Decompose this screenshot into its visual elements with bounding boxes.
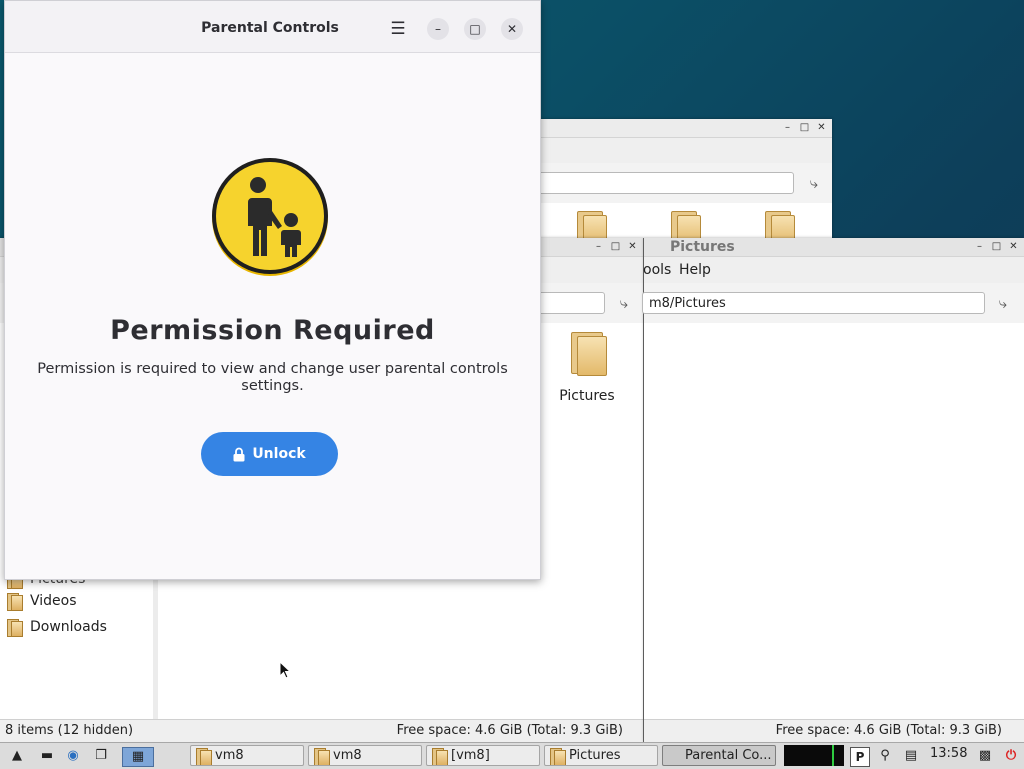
- go-icon[interactable]: ⤷: [802, 171, 826, 195]
- folder-label: Pictures: [559, 388, 615, 404]
- menu-icon[interactable]: ☰: [387, 18, 409, 40]
- status-item-count: 8 items (12 hidden): [5, 723, 134, 738]
- show-desktop-icon[interactable]: ▬: [38, 747, 56, 765]
- task-label: vm8: [333, 748, 362, 763]
- power-icon[interactable]: ⏻: [1002, 747, 1020, 765]
- network-icon[interactable]: ▤: [902, 747, 920, 765]
- folder-icon: [567, 330, 607, 378]
- status-bar: 8 items (12 hidden) Free space: 4.6 GiB …: [0, 719, 643, 742]
- parent-child-icon: [212, 158, 328, 276]
- headerbar[interactable]: Parental Controls ☰ – □ ✕: [5, 1, 540, 53]
- task-label: Pictures: [569, 748, 621, 763]
- task-label: Parental Co...: [685, 748, 772, 763]
- maximize-button[interactable]: □: [464, 18, 486, 40]
- close-icon[interactable]: ✕: [1007, 240, 1020, 253]
- minimize-icon[interactable]: –: [973, 240, 986, 253]
- minimize-button[interactable]: –: [427, 18, 449, 40]
- window-title: Pictures: [670, 239, 735, 255]
- maximize-icon[interactable]: □: [990, 240, 1003, 253]
- permission-description: Permission is required to view and chang…: [37, 361, 508, 394]
- close-icon[interactable]: ✕: [815, 121, 828, 134]
- folder-icon: [431, 747, 448, 765]
- window-switcher-icon[interactable]: ❐: [92, 747, 110, 765]
- task-label: [vm8]: [451, 748, 490, 763]
- unlock-button[interactable]: Unlock: [201, 432, 338, 476]
- workspace-pager-icon[interactable]: ▦: [122, 747, 154, 767]
- sidebar-item-videos[interactable]: Videos: [6, 591, 77, 611]
- taskbar-task-pictures[interactable]: Pictures: [544, 745, 658, 766]
- unlock-label: Unlock: [252, 446, 306, 462]
- folder-icon: [313, 747, 330, 765]
- status-bar: Free space: 4.6 GiB (Total: 9.3 GiB): [644, 719, 1024, 742]
- start-menu-icon[interactable]: ▲: [4, 747, 30, 765]
- file-manager-window-back: – □ ✕ ⤷: [538, 119, 832, 245]
- screen-lock-icon[interactable]: ▩: [976, 747, 994, 765]
- tray-p-label: P: [855, 750, 865, 764]
- taskbar: ▲ ▬ ◉ ❐ ▦ vm8 vm8 [vm8] Pictures Parenta…: [0, 742, 1024, 769]
- status-free-space: Free space: 4.6 GiB (Total: 9.3 GiB): [775, 723, 1002, 738]
- menu-help[interactable]: Help: [679, 262, 711, 278]
- menu-tools[interactable]: ools: [643, 262, 671, 278]
- path-input[interactable]: m8/Pictures: [642, 292, 985, 314]
- sidebar-item-label: Downloads: [30, 619, 107, 635]
- folder-icon: [549, 747, 566, 765]
- lock-icon: [233, 447, 245, 461]
- close-icon[interactable]: ✕: [626, 240, 639, 253]
- task-label: vm8: [215, 748, 244, 763]
- maximize-icon[interactable]: □: [609, 240, 622, 253]
- go-icon[interactable]: ⤷: [612, 291, 636, 315]
- mouse-cursor-icon: [279, 661, 291, 679]
- tray-p-icon[interactable]: P: [850, 747, 870, 767]
- sidebar-item-downloads[interactable]: Downloads: [6, 617, 107, 637]
- go-icon[interactable]: ⤷: [991, 291, 1015, 315]
- cpu-monitor: [784, 745, 844, 766]
- taskbar-task-vm8[interactable]: [vm8]: [426, 745, 540, 766]
- parental-controls-window: Parental Controls ☰ – □ ✕ Permission Req…: [4, 0, 541, 580]
- minimize-icon[interactable]: –: [781, 121, 794, 134]
- taskbar-task-vm8[interactable]: vm8: [308, 745, 422, 766]
- window-titlebar[interactable]: – □ ✕: [540, 119, 832, 138]
- clock[interactable]: 13:58: [930, 746, 967, 761]
- minimize-icon[interactable]: –: [592, 240, 605, 253]
- menubar: ools Help: [643, 257, 1024, 283]
- taskbar-task-parental-controls[interactable]: Parental Co...: [662, 745, 776, 766]
- permission-heading: Permission Required: [110, 315, 435, 346]
- folder-item-pictures[interactable]: Pictures: [552, 330, 622, 404]
- file-manager-window-pictures: Pictures – □ ✕ ools Help m8/Pictures ⤷ F…: [642, 238, 1024, 742]
- status-free-space: Free space: 4.6 GiB (Total: 9.3 GiB): [396, 723, 623, 738]
- close-button[interactable]: ✕: [501, 18, 523, 40]
- file-view[interactable]: [644, 324, 1024, 719]
- taskbar-task-vm8[interactable]: vm8: [190, 745, 304, 766]
- browser-icon[interactable]: ◉: [64, 747, 82, 765]
- search-icon[interactable]: ⚲: [876, 747, 894, 765]
- location-bar: m8/Pictures ⤷: [642, 283, 1024, 323]
- folder-icon: [6, 618, 23, 637]
- path-input[interactable]: [538, 172, 794, 194]
- menubar: [540, 138, 832, 163]
- window-title: Parental Controls: [201, 20, 339, 36]
- folder-icon: [6, 592, 23, 611]
- location-bar: ⤷: [538, 163, 832, 203]
- window-titlebar[interactable]: Pictures – □ ✕: [644, 238, 1024, 257]
- maximize-icon[interactable]: □: [798, 121, 811, 134]
- folder-icon: [195, 747, 212, 765]
- sidebar-item-label: Videos: [30, 593, 77, 609]
